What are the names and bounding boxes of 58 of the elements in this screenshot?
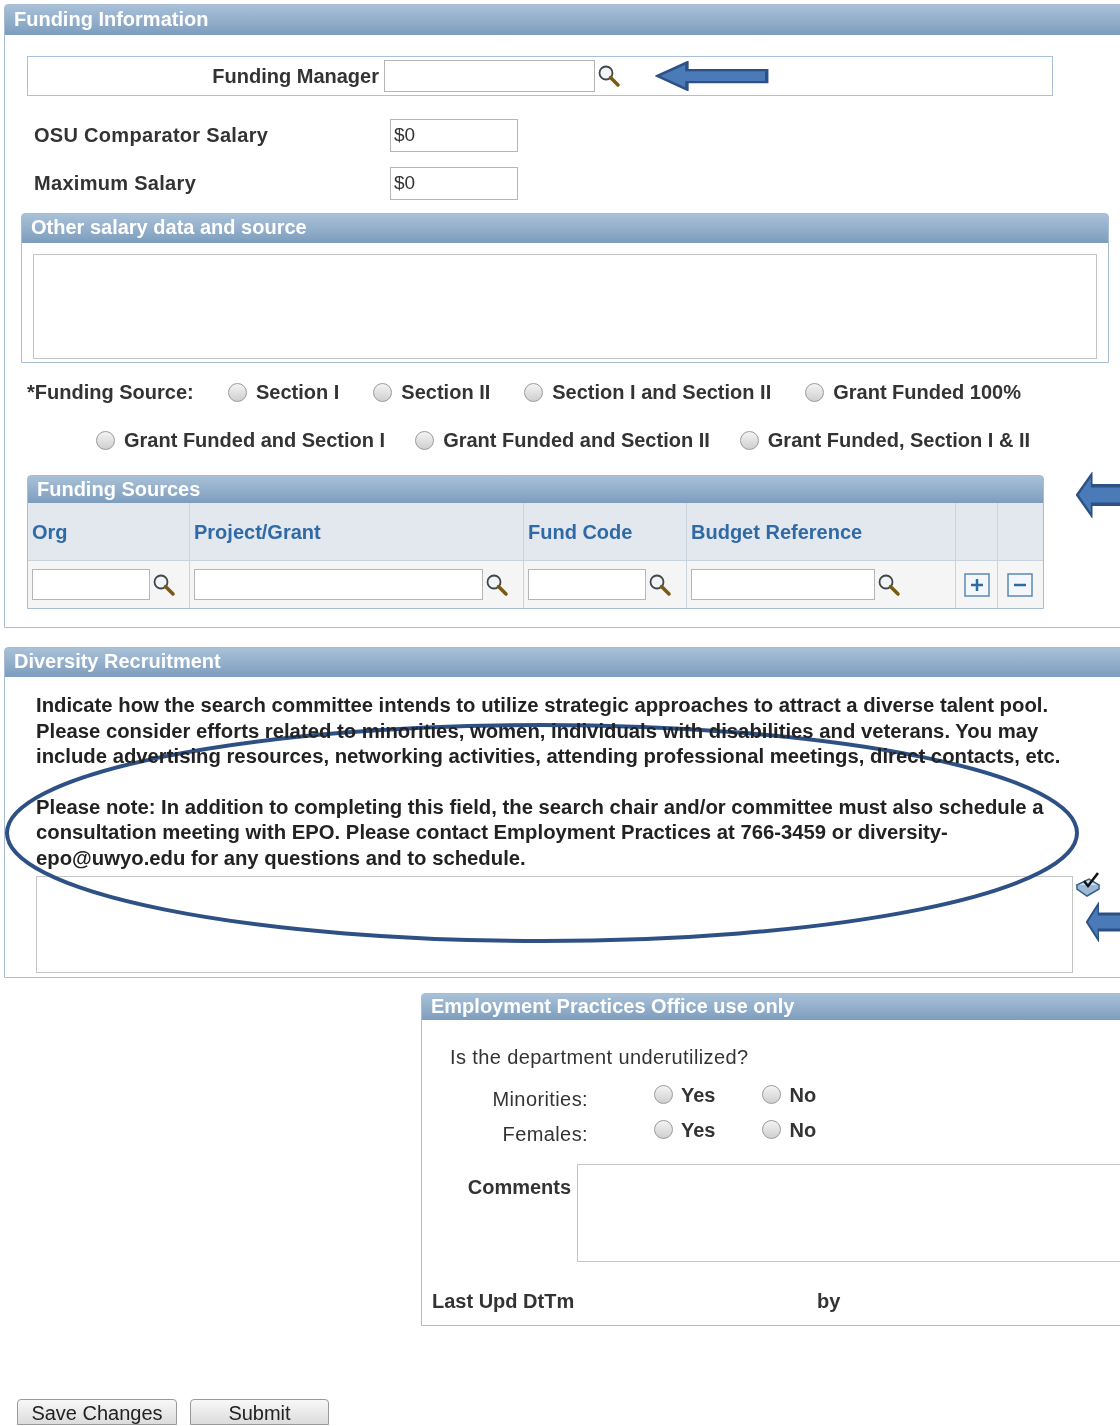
field-label: *Funding Source: [27,380,195,405]
instruction-text: Please note: In addition to completing this field, the search chair and/or committee must also schedule a consultation meeting with EPO. Please contact Employment Practices at 766-3459 or diversity-epo@uwyo.edu for any questions and to schedule. [36,794,1045,871]
radio-label: Section I and Section II [552,380,772,405]
radio-label: Yes [681,1117,716,1143]
add-row-button[interactable] [963,572,990,597]
annotation-arrow [1086,902,1120,942]
search-icon[interactable] [877,572,901,597]
radio-label: Yes [681,1082,716,1108]
radio-button[interactable] [373,382,393,402]
radio-button[interactable] [96,430,115,450]
input-field[interactable] [691,569,875,600]
remove-row-button[interactable] [1006,572,1033,597]
section-header: Other salary data and source [22,214,1108,243]
field-label: OSU Comparator Salary [33,123,270,148]
search-icon[interactable] [485,572,509,597]
field-label: Maximum Salary [33,171,198,196]
radio-button[interactable] [762,1120,782,1139]
field-label: Comments [466,1175,572,1200]
radio-button[interactable] [739,430,759,450]
input-field[interactable] [384,60,595,92]
annotation-arrow [1076,472,1120,518]
search-icon[interactable] [648,572,672,597]
field-label: Funding Manager [211,64,380,89]
question-text: Is the department underutilized? [450,1045,749,1070]
radio-button[interactable] [415,430,435,450]
form-button[interactable]: Submit [190,1399,329,1425]
radio-label: Section I [256,380,340,405]
form-button[interactable]: Save Changes [17,1399,177,1425]
section-header: Funding Information [5,5,1120,35]
section-header: Employment Practices Office use only [422,994,1120,1020]
input-field[interactable] [32,569,150,600]
search-icon[interactable] [152,572,176,597]
spell-check-icon[interactable] [1074,871,1102,897]
radio-button[interactable] [228,382,247,402]
field-label: Females: [501,1121,588,1147]
input-field[interactable]: $0 [390,166,518,200]
text-area[interactable] [36,876,1073,973]
radio-label: No [789,1082,817,1108]
radio-button[interactable] [762,1085,782,1104]
input-field[interactable] [528,569,646,600]
input-field[interactable]: $0 [390,118,518,152]
input-field[interactable] [194,569,483,600]
radio-label: Grant Funded 100% [833,380,1021,405]
search-icon[interactable] [597,64,621,88]
radio-button[interactable] [654,1120,673,1139]
radio-label: Grant Funded and Section II [443,428,710,453]
section-header: Diversity Recruitment [5,648,1120,677]
radio-button[interactable] [805,382,825,402]
radio-label: Grant Funded and Section I [124,428,386,453]
radio-button[interactable] [654,1085,673,1104]
radio-button[interactable] [524,382,544,402]
radio-label: No [789,1117,817,1143]
radio-label: Section II [401,380,491,405]
field-label: Last Upd DtTm [432,1289,576,1314]
section-header: Funding Sources [28,476,1043,503]
field-label: Minorities: [491,1086,588,1112]
radio-label: Grant Funded, Section I & II [767,428,1031,453]
field-label: by [817,1289,841,1314]
